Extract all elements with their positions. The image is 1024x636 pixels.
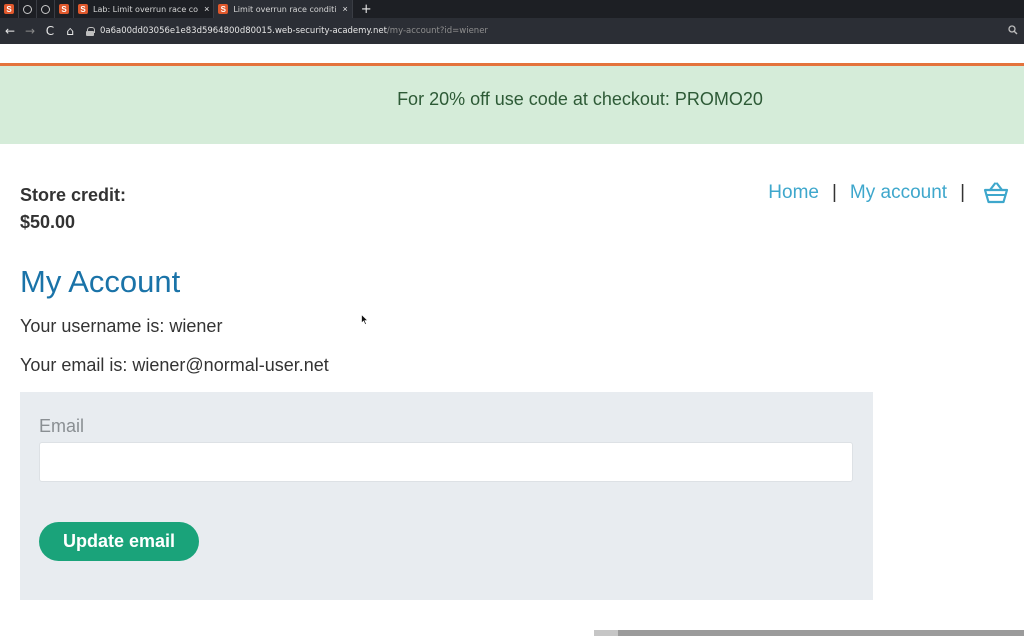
tab-title: Limit overrun race conditi — [233, 4, 337, 14]
new-tab-button[interactable]: + — [361, 2, 372, 17]
store-credit-label: Store credit: — [20, 185, 127, 205]
nav-separator: | — [831, 182, 837, 203]
tab-lab[interactable]: S Lab: Limit overrun race co × — [74, 0, 215, 18]
portswigger-favicon-icon: S — [4, 4, 14, 14]
store-credit-amount: $50.00 — [20, 212, 76, 232]
browser-tab-bar: S S S Lab: Limit overrun race co × S Lim… — [0, 0, 1024, 18]
page-header-space — [0, 44, 1024, 64]
close-icon[interactable]: × — [204, 4, 209, 14]
url-host: 0a6a00dd03056e1e83d5964800d80015.web-sec… — [100, 26, 387, 36]
email-label: Email — [39, 416, 85, 436]
globe-icon — [41, 4, 50, 14]
tab-pinned-1[interactable]: S — [0, 0, 19, 18]
mouse-cursor-icon — [361, 314, 369, 326]
promo-banner: For 20% off use code at checkout: PROMO2… — [0, 66, 1024, 144]
tab-pinned-2[interactable] — [19, 0, 37, 18]
search-icon[interactable] — [1008, 25, 1018, 35]
tab-title: Lab: Limit overrun race co — [93, 4, 199, 14]
tab-active[interactable]: S Limit overrun race conditi × — [214, 0, 353, 18]
reload-button[interactable]: C — [40, 24, 60, 38]
portswigger-favicon-icon: S — [78, 4, 88, 14]
username-text: Your username is: wiener — [20, 316, 223, 336]
address-bar[interactable]: 0a6a00dd03056e1e83d5964800d80015.web-sec… — [100, 26, 488, 36]
home-button[interactable]: ⌂ — [60, 24, 80, 38]
tab-pinned-4[interactable]: S — [55, 0, 74, 18]
url-path: /my-account?id=wiener — [386, 26, 488, 36]
globe-icon — [23, 4, 32, 14]
email-field[interactable] — [39, 442, 853, 482]
portswigger-favicon-icon: S — [218, 4, 229, 14]
tab-pinned-3[interactable] — [37, 0, 55, 18]
my-account-link[interactable]: My account — [850, 182, 947, 204]
browser-nav-bar: ← → C ⌂ 0a6a00dd03056e1e83d5964800d80015… — [0, 18, 1024, 44]
update-email-form: Email Update email — [20, 392, 873, 600]
update-email-button[interactable]: Update email — [39, 522, 199, 561]
store-credit: Store credit: $50.00 — [20, 182, 126, 236]
top-navigation: Home | My account | — [768, 180, 1010, 206]
portswigger-favicon-icon: S — [59, 4, 69, 14]
close-icon[interactable]: × — [342, 4, 347, 14]
lock-icon — [86, 26, 95, 36]
page-title: My Account — [20, 264, 181, 299]
back-button[interactable]: ← — [0, 24, 20, 38]
promo-text: For 20% off use code at checkout: PROMO2… — [397, 88, 763, 109]
email-text: Your email is: wiener@normal-user.net — [20, 355, 329, 375]
horizontal-scrollbar-thumb[interactable] — [618, 630, 1024, 636]
forward-button[interactable]: → — [20, 24, 40, 38]
basket-icon[interactable] — [982, 180, 1010, 206]
nav-separator: | — [960, 182, 965, 203]
home-link[interactable]: Home — [768, 182, 819, 204]
